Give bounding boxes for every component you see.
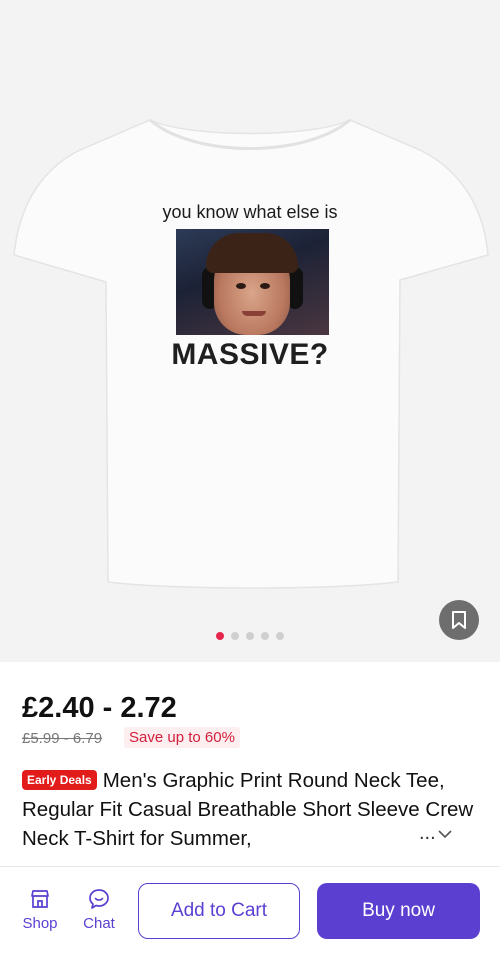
chat-label: Chat (83, 915, 115, 932)
chat-button[interactable]: Chat (77, 887, 121, 932)
product-image-gallery[interactable]: you know what else is MASSIVE? (0, 0, 500, 662)
bottom-action-bar: Shop Chat Add to Cart Buy now (0, 866, 500, 955)
shop-button[interactable]: Shop (18, 887, 62, 932)
store-icon (31, 890, 49, 908)
shirt-print-caption: you know what else is (162, 202, 338, 222)
add-to-cart-button[interactable]: Add to Cart (138, 883, 300, 939)
gallery-pagination[interactable] (0, 632, 500, 640)
chat-icon (89, 889, 109, 909)
early-deals-tag: Early Deals (22, 770, 97, 790)
product-price: £2.40 - 2.72 (22, 692, 177, 724)
expand-title-button[interactable]: ... (419, 822, 452, 845)
product-title: Early Deals Men's Graphic Print Round Nec… (22, 766, 482, 853)
save-bookmark-button[interactable] (439, 600, 479, 640)
save-badge: Save up to 60% (124, 727, 240, 748)
gallery-dot[interactable] (276, 632, 284, 640)
gallery-dot[interactable] (261, 632, 269, 640)
buy-now-button[interactable]: Buy now (317, 883, 480, 939)
gallery-dot[interactable] (231, 632, 239, 640)
gallery-dot[interactable] (246, 632, 254, 640)
shop-label: Shop (22, 915, 58, 932)
shirt-print-photo (176, 229, 329, 335)
gallery-dot[interactable] (216, 632, 224, 640)
more-ellipsis: ... (419, 822, 436, 844)
chevron-down-icon (438, 829, 452, 838)
shirt-print-headline: MASSIVE? (171, 338, 329, 371)
original-price: £5.99 - 6.79 (22, 730, 103, 747)
bookmark-icon (452, 611, 466, 629)
